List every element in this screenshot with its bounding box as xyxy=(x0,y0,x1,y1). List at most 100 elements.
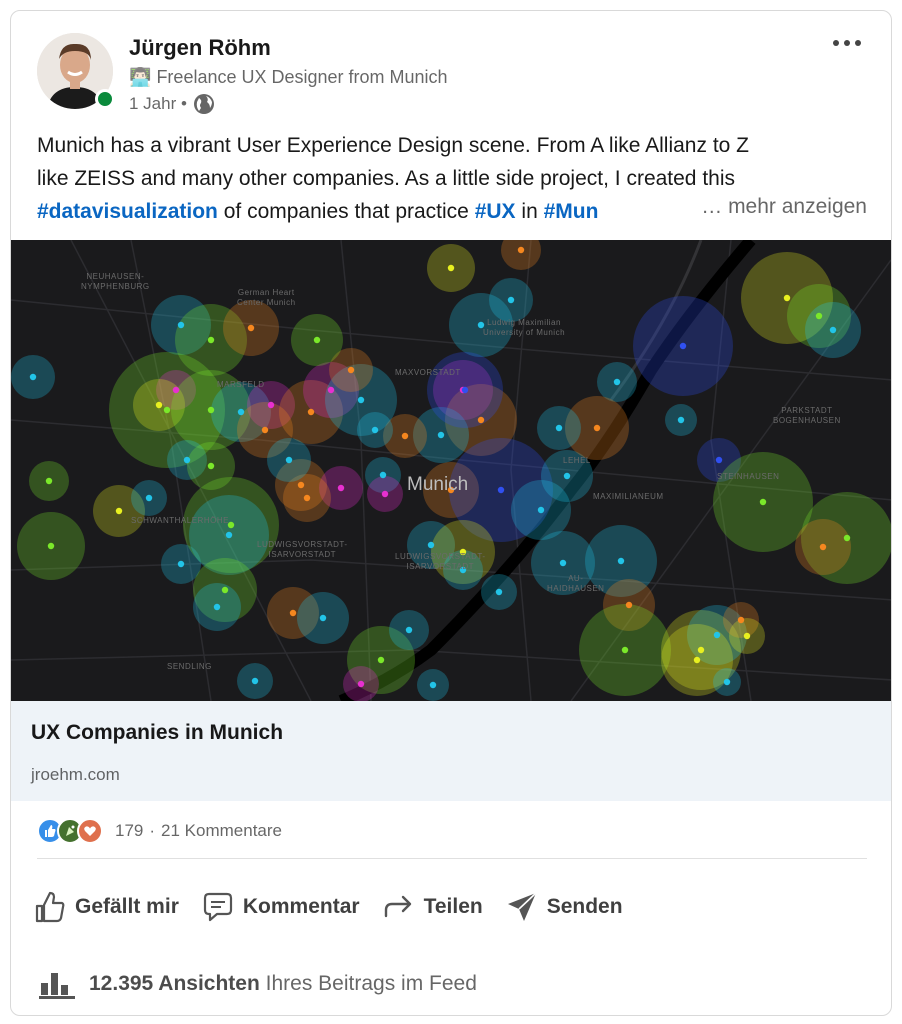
company-dot[interactable] xyxy=(47,542,55,550)
company-dot[interactable] xyxy=(713,631,721,639)
company-dot[interactable] xyxy=(819,543,827,551)
company-dot[interactable] xyxy=(405,626,413,634)
company-dot[interactable] xyxy=(461,386,469,394)
like-label: Gefällt mir xyxy=(75,895,179,918)
company-dot[interactable] xyxy=(621,646,629,654)
hashtag-ux[interactable]: #UX xyxy=(475,200,516,223)
company-dot[interactable] xyxy=(843,534,851,542)
company-dot[interactable] xyxy=(429,681,437,689)
send-button[interactable]: Senden xyxy=(505,890,623,924)
company-dot[interactable] xyxy=(357,680,365,688)
company-dot[interactable] xyxy=(593,424,601,432)
company-dot[interactable] xyxy=(207,336,215,344)
company-dot[interactable] xyxy=(737,616,745,624)
company-dot[interactable] xyxy=(697,646,705,654)
reaction-icons[interactable] xyxy=(37,818,103,844)
company-dot[interactable] xyxy=(177,321,185,329)
company-dot[interactable] xyxy=(815,312,823,320)
action-bar: Gefällt mir Kommentar Teilen Senden xyxy=(33,881,623,933)
hashtag-munich[interactable]: #Mun xyxy=(544,200,599,223)
company-dot[interactable] xyxy=(337,484,345,492)
company-dot[interactable] xyxy=(379,471,387,479)
company-dot[interactable] xyxy=(225,531,233,539)
company-dot[interactable] xyxy=(507,296,515,304)
company-dot[interactable] xyxy=(207,406,215,414)
company-dot[interactable] xyxy=(693,656,701,664)
company-dot[interactable] xyxy=(183,456,191,464)
company-dot[interactable] xyxy=(29,373,37,381)
company-dot[interactable] xyxy=(563,472,571,480)
map-label-ludwigsvorstadt: LUDWIGSVORSTADT- ISARVORSTADT xyxy=(257,540,348,559)
company-dot[interactable] xyxy=(163,406,171,414)
company-dot[interactable] xyxy=(303,494,311,502)
company-dot[interactable] xyxy=(172,386,180,394)
company-dot[interactable] xyxy=(155,401,163,409)
divider xyxy=(37,858,867,859)
company-dot[interactable] xyxy=(759,498,767,506)
company-dot[interactable] xyxy=(213,603,221,611)
company-dot[interactable] xyxy=(613,378,621,386)
company-dot[interactable] xyxy=(495,588,503,596)
comment-count[interactable]: 21 Kommentare xyxy=(161,821,282,841)
company-dot[interactable] xyxy=(251,677,259,685)
company-dot[interactable] xyxy=(381,490,389,498)
company-dot[interactable] xyxy=(559,559,567,567)
company-dot[interactable] xyxy=(145,494,153,502)
company-dot[interactable] xyxy=(677,416,685,424)
link-domain: jroehm.com xyxy=(31,765,120,784)
like-button[interactable]: Gefällt mir xyxy=(33,890,179,924)
post-header: Jürgen Röhm 👨🏻‍💻 Freelance UX Designer f… xyxy=(11,11,891,121)
company-dot[interactable] xyxy=(447,264,455,272)
comment-button[interactable]: Kommentar xyxy=(201,890,360,924)
map-label-neuhausen: NEUHAUSEN- NYMPHENBURG xyxy=(81,272,150,291)
company-dot[interactable] xyxy=(261,426,269,434)
company-dot[interactable] xyxy=(617,557,625,565)
company-dot[interactable] xyxy=(437,431,445,439)
company-dot[interactable] xyxy=(289,609,297,617)
company-dot[interactable] xyxy=(177,560,185,568)
company-dot[interactable] xyxy=(347,366,355,374)
company-dot[interactable] xyxy=(327,386,335,394)
share-button[interactable]: Teilen xyxy=(382,890,483,924)
company-dot[interactable] xyxy=(297,481,305,489)
company-dot[interactable] xyxy=(371,426,379,434)
map-label-lehel: LEHEL xyxy=(563,456,591,465)
author-name[interactable]: Jürgen Röhm xyxy=(129,35,271,61)
company-dot[interactable] xyxy=(377,656,385,664)
company-dot[interactable] xyxy=(679,342,687,350)
company-dot[interactable] xyxy=(829,326,837,334)
company-dot[interactable] xyxy=(537,506,545,514)
map-image[interactable]: Munich NEUHAUSEN- NYMPHENBURG German Hea… xyxy=(11,240,891,701)
company-dot[interactable] xyxy=(715,456,723,464)
company-dot[interactable] xyxy=(307,408,315,416)
company-dot[interactable] xyxy=(267,401,275,409)
company-dot[interactable] xyxy=(783,294,791,302)
more-options-button[interactable] xyxy=(827,31,867,55)
company-dot[interactable] xyxy=(357,396,365,404)
see-more-link[interactable]: … mehr anzeigen xyxy=(691,195,867,219)
reaction-count[interactable]: 179 xyxy=(115,821,143,841)
link-preview[interactable]: UX Companies in Munich jroehm.com xyxy=(11,701,891,801)
company-dot[interactable] xyxy=(517,246,525,254)
company-dot[interactable] xyxy=(319,614,327,622)
company-dot[interactable] xyxy=(477,416,485,424)
company-dot[interactable] xyxy=(401,432,409,440)
company-dot[interactable] xyxy=(723,678,731,686)
company-dot[interactable] xyxy=(115,507,123,515)
company-dot[interactable] xyxy=(427,541,435,549)
company-dot[interactable] xyxy=(207,462,215,470)
company-dot[interactable] xyxy=(743,632,751,640)
company-dot[interactable] xyxy=(285,456,293,464)
company-dot[interactable] xyxy=(497,486,505,494)
link-title[interactable]: UX Companies in Munich xyxy=(31,721,283,745)
map-label-sendling: SENDLING xyxy=(167,662,212,671)
company-dot[interactable] xyxy=(313,336,321,344)
company-dot[interactable] xyxy=(45,477,53,485)
company-dot[interactable] xyxy=(221,586,229,594)
company-dot[interactable] xyxy=(237,408,245,416)
hashtag-datavisualization[interactable]: #datavisualization xyxy=(37,200,218,223)
company-dot[interactable] xyxy=(625,601,633,609)
company-dot[interactable] xyxy=(555,424,563,432)
post-views[interactable]: 12.395 Ansichten Ihres Beitrags im Feed xyxy=(39,969,477,999)
company-dot[interactable] xyxy=(247,324,255,332)
